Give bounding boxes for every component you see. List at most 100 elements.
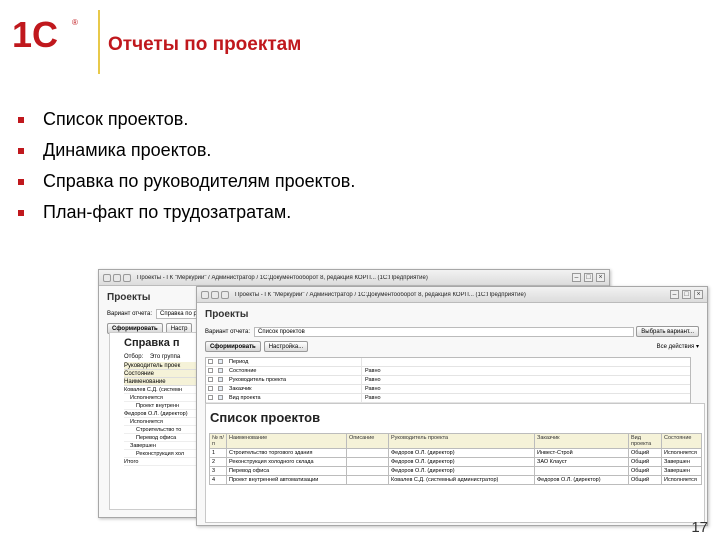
bullet-list: Список проектов. Динамика проектов. Справк… [18,104,355,228]
table-row[interactable]: 4 Проект внутренней автоматизации Ковалев … [209,475,702,485]
bullet-item: Динамика проектов. [18,135,355,166]
front-variant-label: Вариант отчета: [205,328,250,335]
back-report-row: Исполняется [124,418,198,426]
table-cell [534,466,629,476]
settings-checkbox[interactable] [208,368,213,373]
table-cell: Завершен [661,457,702,467]
table-cell: Общий [628,475,662,485]
back-report-row: Исполняется [124,394,198,402]
field-icon [218,377,223,382]
table-row[interactable]: 2 Реконструкция холодного склада Федоров О… [209,457,702,467]
choose-variant-button[interactable]: Выбрать вариант... [636,326,699,337]
table-cell: 1 [209,448,227,458]
minimize-icon[interactable]: – [670,290,679,299]
settings-checkbox[interactable] [208,359,213,364]
back-icon[interactable] [211,290,219,299]
table-cell: Общий [628,466,662,476]
back-icon[interactable] [113,273,121,282]
table-cell: Общий [628,448,662,458]
table-row[interactable]: 1 Строительство торгового здания Федоров О… [209,448,702,458]
settings-field: Руководитель проекта [229,377,287,383]
back-report-rows: Ковалев С.Д. (системн Исполняется Проект в… [124,386,198,466]
column-header: Описание [346,433,389,449]
table-cell: Перевод офиса [226,466,347,476]
table-cell: Исполняется [661,475,702,485]
column-header: Состояние [661,433,702,449]
logo-text: 1С [12,14,58,54]
bullet-square-icon [18,116,24,123]
back-filter-value: Это группа [149,354,181,360]
back-report-row: Перевод офиса [124,434,198,442]
back-variant-label: Вариант отчета: [107,311,152,317]
settings-field: Период [229,359,249,365]
maximize-icon[interactable]: □ [682,290,691,299]
front-generate-button[interactable]: Сформировать [205,341,261,352]
table-cell: Федоров О.Л. (директор) [534,475,629,485]
settings-checkbox[interactable] [208,386,213,391]
settings-field: Состояние [229,368,257,374]
table-cell: Общий [628,457,662,467]
forward-icon[interactable] [221,290,229,299]
table-cell: Инвест-Строй [534,448,629,458]
settings-condition: Равно [361,394,381,402]
table-cell: Федоров О.Л. (директор) [388,457,535,467]
table-cell: Исполняется [661,448,702,458]
table-cell [346,475,389,485]
settings-grid: Период Состояние Равно Руководитель проекта… [205,357,691,404]
column-header: Наименование [226,433,347,449]
back-window-title: Проекты - ГК "Меркурий" / Администратор … [137,274,428,281]
back-header-row: Состояние [124,370,198,378]
table-cell: Строительство торгового здания [226,448,347,458]
settings-condition: Равно [361,385,381,393]
back-report-row: Федоров О.Л. (директор) [124,410,198,418]
column-header: Вид проекта [628,433,662,449]
1c-logo: 1С ® [12,14,78,54]
back-window-titlebar: Проекты - ГК "Меркурий" / Администратор … [99,270,609,286]
table-cell: Проект внутренней автоматизации [226,475,347,485]
back-report-area: Справка п Отбор: Это группа Руководитель… [109,332,199,510]
front-variant-field[interactable]: Список проектов [254,326,634,337]
table-cell: ЗАО Клауст [534,457,629,467]
settings-row[interactable]: Заказчик Равно [206,385,690,394]
report-document: Список проектов № п/п Наименование Описани… [205,403,705,523]
back-report-row: Завершен [124,442,198,450]
app-menu-icon[interactable] [201,290,209,299]
field-icon [218,359,223,364]
settings-field: Заказчик [229,386,252,392]
bullet-square-icon [18,147,24,154]
settings-row[interactable]: Вид проекта Равно [206,394,690,403]
table-cell: Завершен [661,466,702,476]
forward-icon[interactable] [123,273,131,282]
back-variant-field[interactable]: Справка по руков [156,309,209,319]
field-icon [218,395,223,400]
back-window-controls: – □ × [569,273,605,282]
front-window-titlebar: Проекты - ГК "Меркурий" / Администратор … [197,287,707,303]
maximize-icon[interactable]: □ [584,273,593,282]
app-menu-icon[interactable] [103,273,111,282]
settings-field: Вид проекта [229,395,261,401]
minimize-icon[interactable]: – [572,273,581,282]
column-header: Руководитель проекта [388,433,535,449]
close-icon[interactable]: × [596,273,605,282]
settings-checkbox[interactable] [208,377,213,382]
table-row[interactable]: 3 Перевод офиса Федоров О.Л. (директор) Общ… [209,466,702,476]
bullet-text: Список проектов. [43,109,189,129]
back-filter-label: Отбор: [124,354,144,360]
table-cell [346,466,389,476]
settings-row[interactable]: Состояние Равно [206,367,690,376]
front-window-title: Проекты - ГК "Меркурий" / Администратор … [235,291,526,298]
settings-condition [361,358,365,366]
back-report-row: Проект внутренн [124,402,198,410]
settings-condition: Равно [361,367,381,375]
front-settings-button[interactable]: Настройка... [263,341,309,352]
back-report-row: Строительство то [124,426,198,434]
table-cell [346,457,389,467]
all-actions-menu[interactable]: Все действия ▾ [657,343,699,350]
bullet-item: Справка по руководителям проектов. [18,166,355,197]
settings-row[interactable]: Период [206,358,690,367]
settings-row[interactable]: Руководитель проекта Равно [206,376,690,385]
report-title: Список проектов [210,410,321,425]
close-icon[interactable]: × [694,290,703,299]
settings-checkbox[interactable] [208,395,213,400]
column-header: № п/п [209,433,227,449]
